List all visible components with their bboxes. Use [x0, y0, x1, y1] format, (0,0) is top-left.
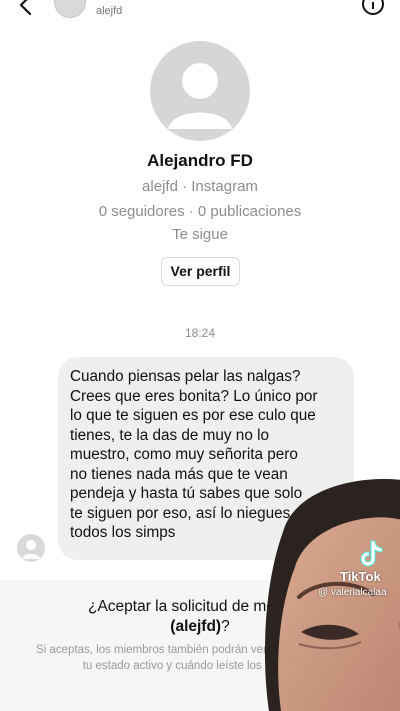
tiktok-username-label: @ valerialcalaa	[318, 587, 387, 598]
sender-avatar[interactable]	[17, 534, 45, 562]
message-timestamp: 18:24	[184, 326, 216, 340]
tiktok-brand-label: TikTok	[340, 569, 381, 584]
profile-stats: 0 seguidores · 0 publicaciones	[98, 203, 302, 220]
follows-you-label: Te sigue	[172, 226, 228, 243]
profile-avatar[interactable]	[150, 41, 250, 141]
header-avatar[interactable]	[54, 0, 86, 18]
back-arrow-icon[interactable]	[16, 0, 38, 16]
default-avatar-icon	[22, 540, 40, 559]
tiktok-logo-icon	[360, 540, 383, 567]
profile-handle: alejfd · Instagram	[142, 178, 258, 195]
request-title-user: (alejfd)	[170, 618, 222, 635]
profile-name: Alejandro FD	[147, 151, 253, 170]
header-username[interactable]: alejfd	[96, 5, 122, 17]
request-title-suffix: ?	[221, 618, 230, 635]
view-profile-button[interactable]: Ver perfil	[161, 257, 240, 286]
info-icon[interactable]	[361, 0, 385, 16]
chat-header: alejfd	[0, 0, 400, 22]
default-avatar-icon	[168, 63, 232, 129]
